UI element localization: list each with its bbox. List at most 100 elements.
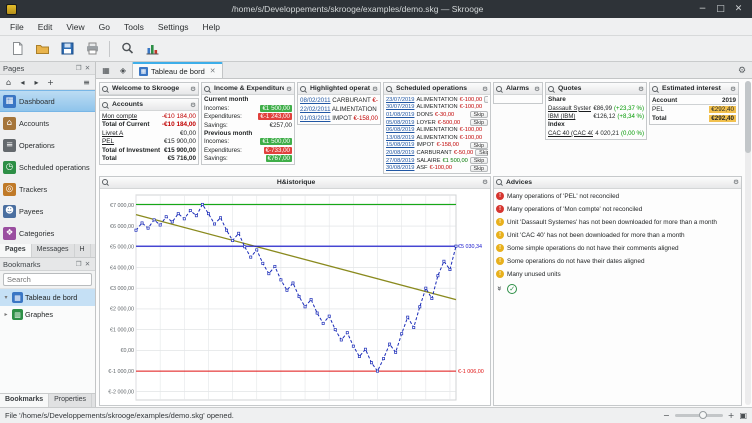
menu-view[interactable]: View xyxy=(59,20,91,34)
skip-button[interactable]: Skip xyxy=(470,165,489,172)
sidebar-item-dashboard[interactable]: ▦Dashboard xyxy=(0,90,95,112)
highlighted-operation-row[interactable]: 22/02/2011 ALIMENTATION €-100,00 xyxy=(300,105,378,114)
highlighted-operation-row[interactable]: 01/03/2011 IMPOT €-158,00 xyxy=(300,114,378,123)
income-widget-header[interactable]: Income & Expenditure ⚙ xyxy=(202,83,294,95)
home-icon[interactable]: ⌂ xyxy=(2,76,15,88)
zoom-slider[interactable] xyxy=(675,414,723,417)
menu-tools[interactable]: Tools xyxy=(117,20,151,34)
minimize-button[interactable]: − xyxy=(695,4,710,14)
tab-messages[interactable]: Messages xyxy=(32,244,75,257)
account-link[interactable]: Mon compte xyxy=(102,113,137,120)
skip-button[interactable]: Skip xyxy=(470,111,489,118)
skip-button[interactable]: Skip xyxy=(470,157,488,164)
quote-unit-link[interactable]: CAC 40 (CAC 40) xyxy=(548,130,593,137)
open-folder-button[interactable] xyxy=(31,38,53,59)
search-button[interactable] xyxy=(116,38,138,59)
bookmark-tableau-de-bord[interactable]: ▾▦Tableau de bord xyxy=(0,289,95,306)
configure-icon[interactable]: ⚙ xyxy=(482,178,488,186)
advice-item[interactable]: !Many operations of 'Mon compte' not rec… xyxy=(496,203,739,216)
sidebar-item-payees[interactable]: ☻Payees xyxy=(0,200,95,222)
scheduled-date-link[interactable]: 15/08/2019 xyxy=(386,142,414,148)
expander-closed-icon[interactable]: ▸ xyxy=(2,311,10,318)
panel-toggle-button[interactable]: ▣ xyxy=(739,411,747,420)
apply-advices-icon[interactable]: ✓ xyxy=(507,284,517,294)
scheduled-date-link[interactable]: 01/08/2019 xyxy=(386,112,414,118)
dashboard-configure-button[interactable]: ⚙ xyxy=(734,63,750,78)
next-icon[interactable]: ▸ xyxy=(30,76,43,88)
operation-date-link[interactable]: 01/03/2011 xyxy=(300,115,331,122)
tab-properties[interactable]: Properties xyxy=(49,394,92,407)
previous-icon[interactable]: ◂ xyxy=(16,76,29,88)
advices-widget-header[interactable]: Advices ⚙ xyxy=(494,177,741,189)
expander-open-icon[interactable]: ▾ xyxy=(2,294,10,301)
configure-icon[interactable]: ⚙ xyxy=(733,178,739,186)
operation-date-link[interactable]: 22/02/2011 xyxy=(300,106,331,113)
configure-icon[interactable]: ⚙ xyxy=(190,85,196,93)
tab-bookmarks[interactable]: Bookmarks xyxy=(0,394,49,407)
zoom-in-button[interactable]: + xyxy=(728,411,735,420)
save-button[interactable] xyxy=(56,38,78,59)
operation-date-link[interactable]: 08/02/2011 xyxy=(300,97,331,104)
advice-item[interactable]: !Some simple operations do not have thei… xyxy=(496,242,739,255)
tab-pin-button[interactable]: ◈ xyxy=(115,63,131,78)
advice-item[interactable]: !Many unused units xyxy=(496,268,739,281)
float-dock-icon[interactable]: ❐ xyxy=(74,260,83,268)
dashboard-scrollbar[interactable] xyxy=(745,81,751,405)
quote-unit-link[interactable]: Dassault Systemes (DASTY) xyxy=(548,105,591,112)
scheduled-date-link[interactable]: 13/08/2019 xyxy=(386,135,414,141)
tab-pages[interactable]: Pages xyxy=(0,244,32,257)
scheduled-date-link[interactable]: 06/08/2019 xyxy=(386,127,414,133)
scheduled-date-link[interactable]: 23/07/2019 xyxy=(386,97,414,103)
welcome-widget-header[interactable]: Welcome to Skrooge ⚙ xyxy=(100,83,198,95)
configure-icon[interactable]: ⚙ xyxy=(638,85,644,93)
configure-icon[interactable]: ⚙ xyxy=(190,101,196,109)
bookmark-search-input[interactable] xyxy=(3,273,92,286)
advice-item[interactable]: !Many operations of 'PEL' not reconciled xyxy=(496,190,739,203)
menu-icon[interactable]: ≡ xyxy=(80,76,93,88)
expand-advices-icon[interactable]: » xyxy=(495,286,504,291)
add-icon[interactable]: + xyxy=(44,76,57,88)
scheduled-date-link[interactable]: 30/08/2019 xyxy=(386,165,414,171)
advice-item[interactable]: !Unit 'CAC 40' has not been downloaded f… xyxy=(496,229,739,242)
configure-icon[interactable]: ⚙ xyxy=(482,85,488,93)
zoom-slider-handle[interactable] xyxy=(699,411,707,419)
print-button[interactable] xyxy=(81,38,103,59)
historique-widget-header[interactable]: H&istorique ⚙ xyxy=(100,177,490,189)
sidebar-item-trackers[interactable]: ◎Trackers xyxy=(0,178,95,200)
skip-button[interactable]: Skip xyxy=(475,149,488,156)
tab-tableau-de-bord[interactable]: ▦ Tableau de bord ✕ xyxy=(132,62,223,78)
menu-help[interactable]: Help xyxy=(196,20,227,34)
accounts-widget-header[interactable]: Accounts ⚙ xyxy=(100,99,198,111)
skip-button[interactable]: Skip xyxy=(470,142,489,149)
menu-settings[interactable]: Settings xyxy=(151,20,196,34)
configure-icon[interactable]: ⚙ xyxy=(372,85,378,93)
scheduled-widget-header[interactable]: Scheduled operations ⚙ xyxy=(384,83,490,95)
zoom-out-button[interactable]: − xyxy=(663,411,670,420)
menu-go[interactable]: Go xyxy=(92,20,117,34)
highlighted-operation-row[interactable]: 08/02/2011 CARBURANT €-50,00 xyxy=(300,96,378,105)
interest-widget-header[interactable]: Estimated interest ⚙ xyxy=(650,83,738,95)
bookmark-graphes[interactable]: ▸▥Graphes xyxy=(0,306,95,323)
account-link[interactable]: PEL xyxy=(102,138,114,145)
highlighted-widget-header[interactable]: Highlighted operations ⚙ xyxy=(298,83,380,95)
close-dock-icon[interactable]: ✕ xyxy=(83,260,92,268)
historique-chart[interactable]: €-2 000,00€-1 000,00€0,00€1 000,00€2 000… xyxy=(100,189,490,405)
configure-icon[interactable]: ⚙ xyxy=(286,85,292,93)
scheduled-date-link[interactable]: 05/08/2019 xyxy=(386,120,414,126)
menu-file[interactable]: File xyxy=(3,20,31,34)
sidebar-item-accounts[interactable]: ⌂Accounts xyxy=(0,112,95,134)
advice-item[interactable]: !Some operations do not have their dates… xyxy=(496,255,739,268)
alarms-widget-header[interactable]: Alarms ⚙ xyxy=(494,83,542,95)
skip-button[interactable]: Skip xyxy=(484,96,488,103)
sidebar-item-categories[interactable]: ❖Categories xyxy=(0,222,95,244)
scheduled-date-link[interactable]: 30/07/2019 xyxy=(386,104,414,110)
maximize-button[interactable]: □ xyxy=(713,4,728,14)
skip-button[interactable]: Skip xyxy=(470,119,489,126)
scheduled-date-link[interactable]: 27/08/2019 xyxy=(386,158,414,164)
tab-grid-button[interactable]: ▦ xyxy=(98,63,114,78)
scrollbar-thumb[interactable] xyxy=(745,81,751,153)
close-dock-icon[interactable]: ✕ xyxy=(83,64,92,72)
account-link[interactable]: Livret A xyxy=(102,130,123,137)
float-dock-icon[interactable]: ❐ xyxy=(74,64,83,72)
tab-h[interactable]: H xyxy=(75,244,91,257)
